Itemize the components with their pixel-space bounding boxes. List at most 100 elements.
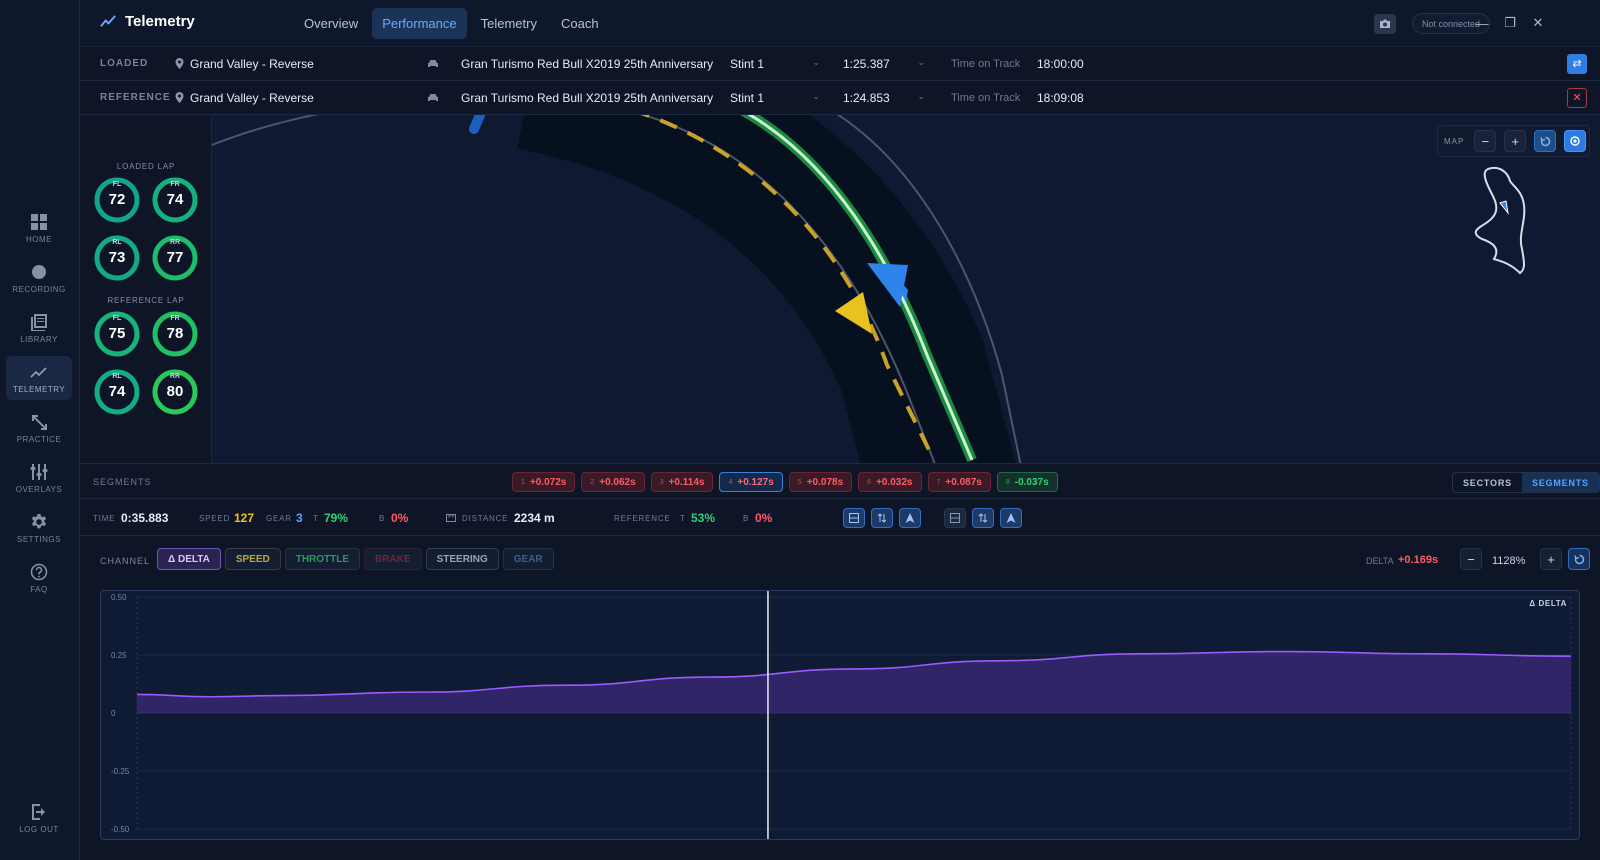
segment-chip-7[interactable]: 7 +0.087s — [927, 472, 991, 492]
reference-car[interactable]: Gran Turismo Red Bull X2019 25th Anniver… — [427, 91, 713, 105]
loaded-car[interactable]: Gran Turismo Red Bull X2019 25th Anniver… — [427, 57, 713, 71]
record-icon — [32, 264, 46, 279]
nav-library[interactable]: LIBRARY — [6, 306, 72, 350]
tab-coach[interactable]: Coach — [551, 8, 609, 39]
remove-reference-button[interactable]: ✕ — [1567, 87, 1587, 108]
delta-chart-svg: 0.50 0.25 0 -0.25 -0.50 — [111, 591, 1572, 839]
channel-throttle-button[interactable]: THROTTLE — [284, 548, 361, 570]
reference-car-marker-button[interactable] — [1000, 508, 1022, 528]
segment-chip-1[interactable]: 1 +0.072s — [512, 472, 576, 492]
screenshot-button[interactable] — [1374, 14, 1396, 34]
reference-track[interactable]: Grand Valley - Reverse — [175, 91, 314, 105]
nav-overlays[interactable]: OVERLAYS — [6, 456, 72, 500]
help-icon — [30, 563, 48, 580]
tyre-gauge-reference-fr: FR 78 — [151, 310, 199, 358]
chart-reset-zoom-button[interactable] — [1568, 548, 1590, 570]
nav-home[interactable]: HOME — [6, 206, 72, 250]
chart-zoom-in-button[interactable]: + — [1540, 548, 1562, 570]
restore-button[interactable]: ❐ — [1501, 14, 1519, 32]
nav-settings[interactable]: SETTINGS — [6, 506, 72, 550]
loaded-track[interactable]: Grand Valley - Reverse — [175, 57, 314, 71]
tab-performance[interactable]: Performance — [372, 8, 467, 39]
reference-stint-select[interactable]: Stint 1 ⌄ — [730, 91, 820, 105]
car-icon — [428, 60, 438, 67]
swap-button[interactable]: ⇄ — [1567, 53, 1587, 74]
tab-telemetry[interactable]: Telemetry — [471, 8, 547, 39]
channel-bar: CHANNEL Δ DELTA SPEED THROTTLE BRAKE STE… — [80, 537, 1600, 581]
channel-brake-button[interactable]: BRAKE — [364, 548, 422, 570]
reference-lap-title: REFERENCE LAP — [107, 296, 185, 305]
tyre-temp: 74 — [166, 191, 184, 208]
track-map-view[interactable] — [212, 115, 1600, 463]
loaded-stint-select[interactable]: Stint 1 ⌄ — [730, 57, 820, 71]
minimap-track-outline — [1474, 167, 1526, 275]
segment-delta: +0.087s — [945, 476, 982, 488]
close-button[interactable]: ✕ — [1529, 14, 1547, 32]
loaded-inputs-button[interactable] — [871, 508, 893, 528]
main-tabs: Overview Performance Telemetry Coach — [294, 8, 609, 39]
sectors-toggle-button[interactable]: SECTORS — [1453, 473, 1522, 492]
nav-recording[interactable]: RECORDING — [6, 256, 72, 300]
y-tick-label: -0.50 — [111, 825, 130, 834]
tyre-gauge-loaded-fr: FR 74 — [151, 176, 199, 224]
brake-label: B — [379, 514, 386, 523]
distance-label: DISTANCE — [462, 514, 509, 523]
segment-chip-4[interactable]: 4 +0.127s — [719, 472, 783, 492]
track-minimap[interactable] — [1470, 165, 1540, 280]
nav-practice[interactable]: PRACTICE — [6, 406, 72, 450]
nav-faq[interactable]: FAQ — [6, 556, 72, 600]
segment-chip-5[interactable]: 5 +0.078s — [788, 472, 853, 492]
app-title: Telemetry — [125, 13, 195, 30]
segment-delta: +0.127s — [737, 476, 774, 488]
nav-settings-label: SETTINGS — [16, 534, 61, 544]
segment-delta: +0.062s — [599, 476, 636, 488]
reference-inputs-button[interactable] — [972, 508, 994, 528]
channel-steering-button[interactable]: STEERING — [425, 548, 499, 570]
segment-chip-6[interactable]: 6 +0.032s — [858, 472, 922, 492]
minimize-button[interactable]: — — [1473, 14, 1491, 32]
segments-toggle-button[interactable]: SEGMENTS — [1521, 473, 1599, 492]
segment-number: 2 — [590, 478, 595, 486]
tyre-temp: 74 — [108, 383, 126, 400]
loaded-car-marker-button[interactable] — [899, 508, 921, 528]
nav-recording-label: RECORDING — [12, 284, 66, 294]
chart-badge: Δ DELTA — [1529, 599, 1567, 608]
segment-list: 1 +0.072s 2 +0.062s 3 +0.114s 4 +0.127s 5 +0.… — [512, 472, 1058, 492]
channel-gear-button[interactable]: GEAR — [502, 548, 554, 570]
delta-chart[interactable]: Δ DELTA 0.50 0.25 0 -0.25 -0.50 — [100, 590, 1580, 840]
camera-icon — [1380, 19, 1390, 28]
reference-track-name: Grand Valley - Reverse — [190, 90, 314, 105]
ref-throttle-value: 53% — [691, 511, 716, 525]
reset-icon — [1573, 554, 1584, 564]
chart-zoom-out-button[interactable]: − — [1460, 548, 1482, 570]
segments-label: SEGMENTS — [93, 477, 152, 487]
nav-faq-label: FAQ — [30, 584, 48, 594]
map-reset-button[interactable] — [1534, 130, 1557, 152]
loaded-time-on-track: 18:00:00 — [1037, 56, 1084, 71]
logout-button[interactable]: LOG OUT — [6, 796, 72, 840]
channel-delta-button[interactable]: Δ DELTA — [157, 548, 221, 570]
channel-speed-button[interactable]: SPEED — [224, 548, 281, 570]
loaded-dashboard-button[interactable] — [843, 508, 865, 528]
map-follow-button[interactable] — [1564, 130, 1587, 152]
chevron-down-icon: ⌄ — [917, 56, 925, 67]
map-zoom-in-button[interactable]: + — [1504, 130, 1527, 152]
nav-telemetry[interactable]: TELEMETRY — [6, 356, 72, 400]
ref-brake-label: B — [743, 514, 750, 523]
reference-lap-select[interactable]: 1:24.853 ⌄ — [843, 91, 925, 105]
reference-readout-label: REFERENCE — [614, 514, 671, 523]
ruler-icon — [446, 514, 456, 522]
tab-overview[interactable]: Overview — [294, 8, 368, 39]
segment-chip-2[interactable]: 2 +0.062s — [581, 472, 645, 492]
segments-bar: SEGMENTS 1 +0.072s 2 +0.062s 3 +0.114s 4 +0.… — [80, 463, 1600, 499]
tyre-gauge-loaded-rl: RL 73 — [93, 234, 141, 282]
reference-dashboard-button[interactable] — [944, 508, 966, 528]
sliders-icon — [30, 463, 48, 480]
segment-delta: +0.078s — [806, 476, 844, 488]
segment-chip-3[interactable]: 3 +0.114s — [650, 472, 714, 492]
navigation-arrow-icon — [1006, 513, 1016, 523]
library-icon — [31, 313, 47, 331]
map-zoom-out-button[interactable]: − — [1474, 130, 1497, 152]
segment-chip-8[interactable]: 8 -0.037s — [996, 472, 1058, 492]
loaded-lap-select[interactable]: 1:25.387 ⌄ — [843, 57, 925, 71]
